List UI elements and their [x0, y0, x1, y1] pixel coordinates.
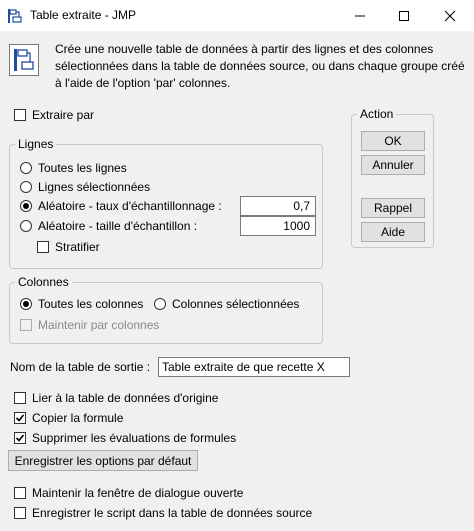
dialog-description: Crée une nouvelle table de données à par…: [55, 42, 465, 90]
recall-button[interactable]: Rappel: [361, 198, 425, 218]
random-rate-label: Aléatoire - taux d'échantillonnage :: [38, 199, 222, 213]
save-script-label: Enregistrer le script dans la table de d…: [32, 506, 313, 520]
save-defaults-button[interactable]: Enregistrer les options par défaut: [8, 450, 198, 471]
keep-by-columns-checkbox[interactable]: [20, 319, 32, 331]
output-name-input[interactable]: Table extraite de que recette X: [158, 357, 350, 377]
columns-group: [9, 282, 323, 344]
keep-by-columns-label: Maintenir par colonnes: [38, 318, 160, 332]
copy-formula-label: Copier la formule: [32, 411, 124, 425]
keep-dialog-open-label: Maintenir la fenêtre de dialogue ouverte: [32, 486, 244, 500]
radio-selected-columns[interactable]: [154, 298, 166, 310]
output-name-label: Nom de la table de sortie :: [10, 360, 151, 374]
minimize-icon: [355, 15, 365, 16]
radio-all-columns[interactable]: [20, 298, 32, 310]
selected-columns-label: Colonnes sélectionnées: [172, 297, 300, 311]
suppress-formula-eval-checkbox[interactable]: [14, 432, 26, 444]
link-source-label: Lier à la table de données d'origine: [32, 391, 219, 405]
random-size-label: Aléatoire - taille d'échantillon :: [38, 219, 198, 233]
window-title: Table extraite - JMP: [30, 8, 137, 22]
sample-size-input[interactable]: 1000: [240, 216, 316, 236]
maximize-button[interactable]: [382, 0, 426, 31]
table-split-icon: [9, 44, 39, 76]
all-columns-label: Toutes les colonnes: [38, 297, 144, 311]
sampling-rate-input[interactable]: 0,7: [240, 196, 316, 216]
cancel-button[interactable]: Annuler: [361, 155, 425, 175]
stratify-label: Stratifier: [55, 240, 100, 254]
close-button[interactable]: [428, 0, 472, 31]
rows-group-title: Lignes: [15, 137, 57, 151]
help-button[interactable]: Aide: [361, 222, 425, 242]
all-rows-label: Toutes les lignes: [38, 161, 127, 175]
keep-dialog-open-checkbox[interactable]: [14, 487, 26, 499]
minimize-button[interactable]: [338, 0, 382, 31]
radio-all-rows[interactable]: [20, 162, 32, 174]
ok-button[interactable]: OK: [361, 131, 425, 151]
maximize-icon: [399, 10, 409, 21]
extract-by-checkbox[interactable]: [14, 109, 26, 121]
copy-formula-checkbox[interactable]: [14, 412, 26, 424]
radio-random-size[interactable]: [20, 220, 32, 232]
radio-random-rate[interactable]: [20, 200, 32, 212]
checkmark-icon: [15, 414, 25, 422]
radio-selected-rows[interactable]: [20, 181, 32, 193]
stratify-checkbox[interactable]: [37, 241, 49, 253]
suppress-formula-eval-label: Supprimer les évaluations de formules: [32, 431, 237, 445]
checkmark-icon: [15, 434, 25, 442]
selected-rows-label: Lignes sélectionnées: [38, 180, 151, 194]
extract-by-label: Extraire par: [32, 108, 95, 122]
close-icon: [444, 10, 456, 21]
save-script-checkbox[interactable]: [14, 507, 26, 519]
action-group-title: Action: [357, 107, 397, 121]
table-split-icon: [8, 9, 22, 23]
columns-group-title: Colonnes: [15, 275, 72, 289]
link-source-checkbox[interactable]: [14, 392, 26, 404]
